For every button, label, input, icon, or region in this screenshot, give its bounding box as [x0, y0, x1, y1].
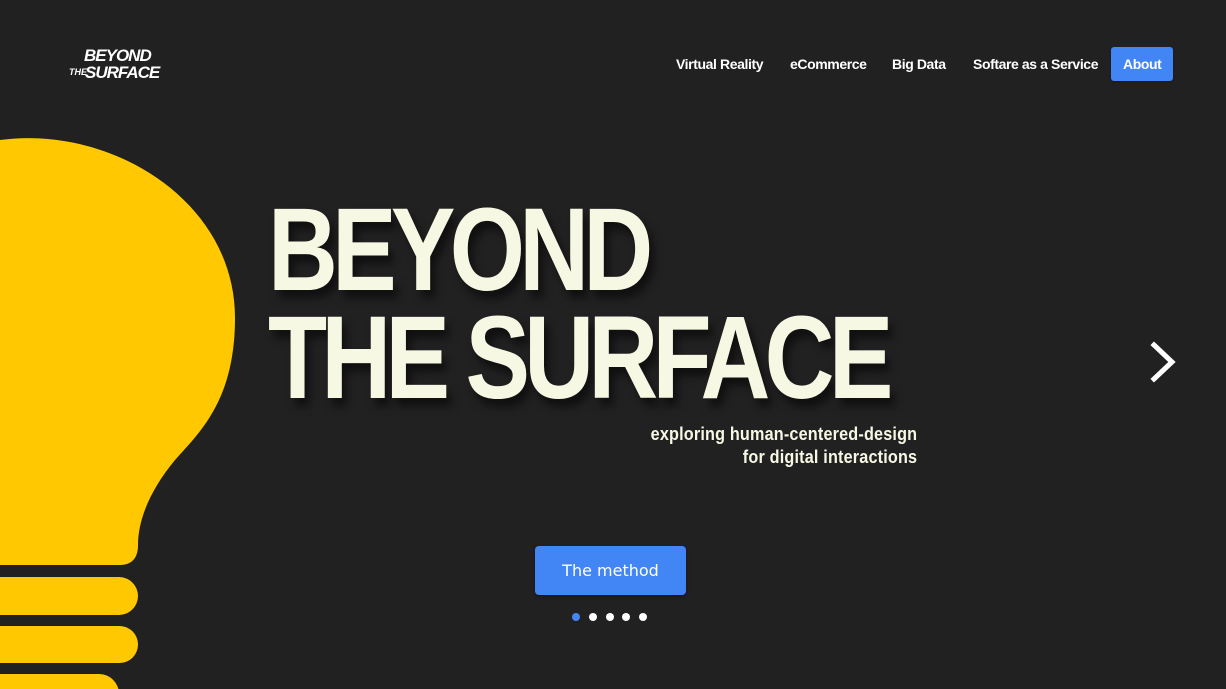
tagline-line1: exploring human-centered-design [650, 424, 917, 444]
nav-item-ecommerce[interactable]: eCommerce [790, 47, 867, 81]
main-nav: Virtual Reality eCommerce Big Data Softa… [0, 47, 1226, 81]
carousel-dot-1[interactable] [572, 613, 580, 621]
nav-item-about[interactable]: About [1111, 47, 1174, 81]
hero-tagline: exploring human-centered-design for digi… [650, 423, 917, 469]
carousel-dot-4[interactable] [622, 613, 630, 621]
the-method-button[interactable]: The method [535, 546, 686, 595]
hero-title: BEYOND THE SURFACE [268, 184, 893, 424]
nav-item-virtual-reality[interactable]: Virtual Reality [676, 47, 764, 81]
carousel-dot-2[interactable] [589, 613, 597, 621]
carousel-dot-5[interactable] [639, 613, 647, 621]
hero-title-line2: THE SURFACE [268, 292, 893, 424]
carousel-dot-3[interactable] [606, 613, 614, 621]
nav-item-saas[interactable]: Softare as a Service [973, 47, 1098, 81]
lightbulb-illustration [0, 138, 235, 689]
chevron-right-icon [1150, 341, 1176, 383]
hero-title-line1: BEYOND [268, 184, 653, 316]
nav-item-big-data[interactable]: Big Data [892, 47, 946, 81]
tagline-line2: for digital interactions [742, 447, 917, 467]
carousel-next-button[interactable] [1146, 340, 1180, 384]
